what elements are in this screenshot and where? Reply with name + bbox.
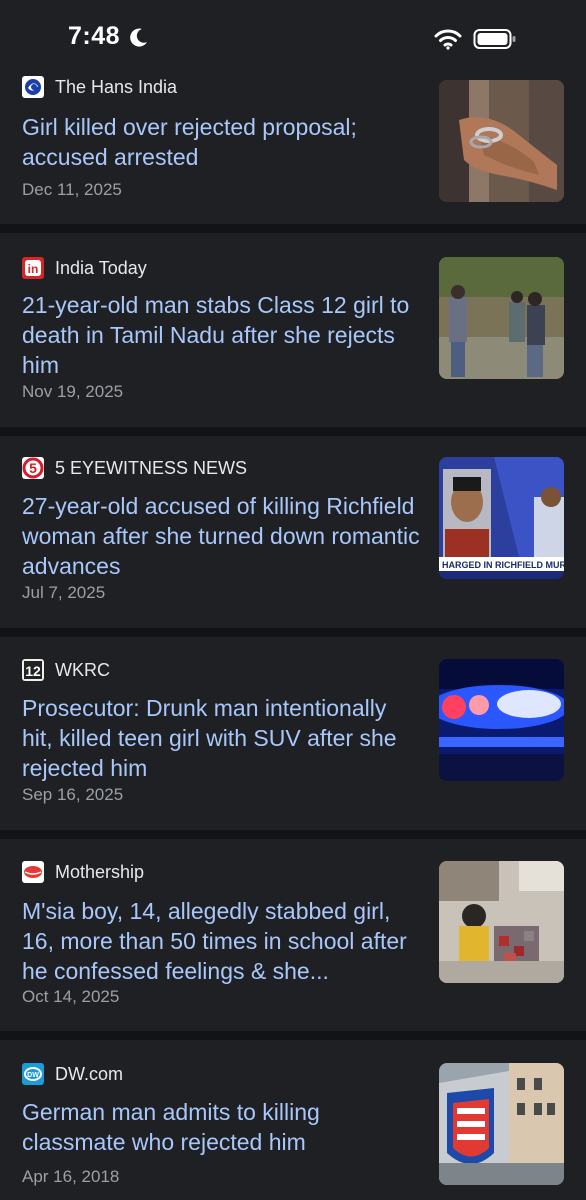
thumbnail-image[interactable] bbox=[439, 861, 564, 983]
news-card[interactable]: 5 5 EYEWITNESS NEWS 27-year-old accused … bbox=[0, 436, 586, 628]
source-row: The Hans India bbox=[22, 76, 177, 98]
thumbnail-image[interactable]: HARGED IN RICHFIELD MURDER bbox=[439, 457, 564, 579]
publish-date: Nov 19, 2025 bbox=[22, 382, 124, 401]
publish-date: Dec 11, 2025 bbox=[22, 180, 122, 199]
moon-icon bbox=[127, 27, 149, 54]
wkrc-logo-icon: 12 bbox=[22, 659, 44, 681]
thumbnail-image[interactable] bbox=[439, 257, 564, 379]
card-divider bbox=[0, 427, 586, 436]
source-row: 5 5 EYEWITNESS NEWS bbox=[22, 457, 247, 479]
publish-date: Oct 14, 2025 bbox=[22, 987, 120, 1006]
card-divider bbox=[0, 1031, 586, 1040]
source-row: in India Today bbox=[22, 257, 147, 279]
card-divider bbox=[0, 628, 586, 637]
source-name: DW.com bbox=[55, 1063, 124, 1084]
svg-text:12: 12 bbox=[25, 663, 41, 679]
mothership-logo-icon bbox=[22, 861, 44, 883]
thumbnail-image[interactable] bbox=[439, 80, 564, 202]
news-card[interactable]: Mothership M'sia boy, 14, allegedly stab… bbox=[0, 839, 586, 1031]
source-name: 5 EYEWITNESS NEWS bbox=[55, 457, 248, 478]
source-name: The Hans India bbox=[55, 76, 178, 97]
card-divider bbox=[0, 224, 586, 233]
publish-date: Apr 16, 2018 bbox=[22, 1167, 120, 1186]
news-card[interactable]: 12 WKRC Prosecutor: Drunk man intentiona… bbox=[0, 637, 586, 830]
eyewitness-news-logo-icon: 5 bbox=[22, 457, 44, 479]
news-feed: The Hans India Girl killed over rejected… bbox=[0, 0, 586, 1200]
news-card[interactable]: in India Today 21-year-old man stabs Cla… bbox=[0, 233, 586, 427]
card-divider bbox=[0, 830, 586, 839]
svg-text:5: 5 bbox=[29, 460, 37, 476]
publish-date: Sep 16, 2025 bbox=[22, 785, 124, 804]
india-today-logo-icon: in bbox=[22, 257, 44, 279]
battery-icon bbox=[473, 28, 517, 55]
news-card[interactable]: DW DW.com German man admits to killing c… bbox=[0, 1040, 586, 1200]
publish-date: Jul 7, 2025 bbox=[22, 583, 106, 602]
svg-text:DW: DW bbox=[27, 1072, 39, 1079]
headline-link[interactable]: German man admits to killing classmate w… bbox=[22, 1097, 422, 1157]
source-row: Mothership bbox=[22, 861, 144, 883]
headline-link[interactable]: M'sia boy, 14, allegedly stabbed girl, 1… bbox=[22, 896, 422, 986]
hans-india-logo-icon bbox=[22, 76, 44, 98]
headline-link[interactable]: 27-year-old accused of killing Richfield… bbox=[22, 491, 422, 581]
headline-link[interactable]: 21-year-old man stabs Class 12 girl to d… bbox=[22, 290, 422, 380]
source-name: India Today bbox=[55, 257, 147, 278]
wifi-icon bbox=[434, 28, 462, 55]
thumbnail-image[interactable] bbox=[439, 659, 564, 781]
source-row: 12 WKRC bbox=[22, 659, 110, 681]
svg-text:in: in bbox=[28, 262, 39, 276]
headline-link[interactable]: Prosecutor: Drunk man intentionally hit,… bbox=[22, 693, 422, 783]
source-name: WKRC bbox=[55, 659, 110, 680]
status-time: 7:48 bbox=[68, 22, 121, 50]
status-bar: 7:48 bbox=[0, 0, 586, 76]
source-row: DW DW.com bbox=[22, 1063, 123, 1085]
thumbnail-caption: HARGED IN RICHFIELD MURDER bbox=[442, 560, 564, 570]
thumbnail-image[interactable] bbox=[439, 1063, 564, 1185]
dw-logo-icon: DW bbox=[22, 1063, 44, 1085]
news-card[interactable]: The Hans India Girl killed over rejected… bbox=[0, 76, 586, 224]
headline-link[interactable]: Girl killed over rejected proposal; accu… bbox=[22, 112, 422, 172]
source-name: Mothership bbox=[55, 861, 145, 882]
